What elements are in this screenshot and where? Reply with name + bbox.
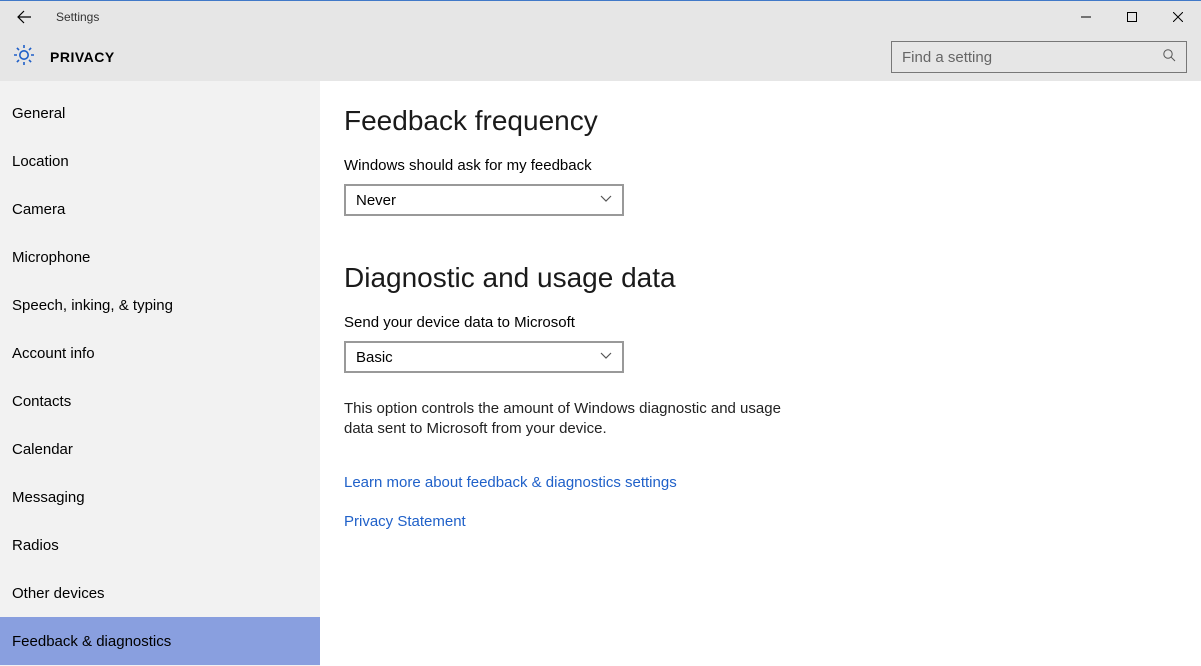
sidebar-item-label: Feedback & diagnostics (12, 633, 171, 650)
sidebar-item-calendar[interactable]: Calendar (0, 425, 320, 473)
diagnostic-description: This option controls the amount of Windo… (344, 399, 804, 440)
page-title: PRIVACY (50, 49, 115, 65)
diagnostic-heading: Diagnostic and usage data (344, 262, 954, 294)
sidebar-item-label: Account info (12, 345, 95, 362)
sidebar-item-messaging[interactable]: Messaging (0, 473, 320, 521)
minimize-icon (1081, 12, 1091, 22)
sidebar-item-account-info[interactable]: Account info (0, 329, 320, 377)
sidebar-item-label: Speech, inking, & typing (12, 297, 173, 314)
settings-window: Settings PRIVAC (0, 0, 1201, 666)
search-input[interactable] (902, 49, 1152, 66)
maximize-button[interactable] (1109, 1, 1155, 33)
minimize-button[interactable] (1063, 1, 1109, 33)
sidebar-item-label: Contacts (12, 393, 71, 410)
sidebar-item-contacts[interactable]: Contacts (0, 377, 320, 425)
close-icon (1173, 12, 1183, 22)
sidebar-item-label: Other devices (12, 585, 105, 602)
diagnostic-value: Basic (356, 349, 393, 366)
sidebar: General Location Camera Microphone Speec… (0, 81, 320, 666)
header-left: PRIVACY (12, 43, 115, 71)
chevron-down-icon (600, 349, 612, 366)
main-inner: Feedback frequency Windows should ask fo… (344, 105, 954, 530)
body: General Location Camera Microphone Speec… (0, 81, 1201, 666)
sidebar-item-feedback-diagnostics[interactable]: Feedback & diagnostics (0, 617, 320, 665)
search-icon (1162, 48, 1176, 66)
sidebar-item-label: Radios (12, 537, 59, 554)
chevron-down-icon (600, 192, 612, 209)
sidebar-item-label: Camera (12, 201, 65, 218)
feedback-frequency-value: Never (356, 192, 396, 209)
feedback-frequency-label: Windows should ask for my feedback (344, 157, 954, 174)
back-button[interactable] (0, 1, 48, 33)
sidebar-item-radios[interactable]: Radios (0, 521, 320, 569)
sidebar-item-label: Microphone (12, 249, 90, 266)
privacy-statement-link[interactable]: Privacy Statement (344, 513, 954, 530)
window-controls (1063, 1, 1201, 33)
title-bar-left: Settings (0, 1, 99, 33)
sidebar-item-microphone[interactable]: Microphone (0, 233, 320, 281)
sidebar-item-other-devices[interactable]: Other devices (0, 569, 320, 617)
window-title: Settings (56, 10, 99, 24)
feedback-frequency-heading: Feedback frequency (344, 105, 954, 137)
sidebar-item-speech-inking-typing[interactable]: Speech, inking, & typing (0, 281, 320, 329)
header-bar: PRIVACY (0, 33, 1201, 81)
learn-more-link[interactable]: Learn more about feedback & diagnostics … (344, 474, 954, 491)
search-box[interactable] (891, 41, 1187, 73)
back-arrow-icon (16, 9, 32, 25)
sidebar-item-label: Location (12, 153, 69, 170)
main-content: Feedback frequency Windows should ask fo… (320, 81, 1201, 666)
sidebar-item-label: Messaging (12, 489, 85, 506)
feedback-frequency-select[interactable]: Never (344, 184, 624, 216)
sidebar-item-label: General (12, 105, 65, 122)
maximize-icon (1127, 12, 1137, 22)
title-bar: Settings (0, 1, 1201, 33)
diagnostic-label: Send your device data to Microsoft (344, 314, 954, 331)
sidebar-item-location[interactable]: Location (0, 137, 320, 185)
diagnostic-select[interactable]: Basic (344, 341, 624, 373)
close-button[interactable] (1155, 1, 1201, 33)
sidebar-item-camera[interactable]: Camera (0, 185, 320, 233)
gear-icon (12, 43, 36, 71)
sidebar-item-label: Calendar (12, 441, 73, 458)
sidebar-item-general[interactable]: General (0, 89, 320, 137)
